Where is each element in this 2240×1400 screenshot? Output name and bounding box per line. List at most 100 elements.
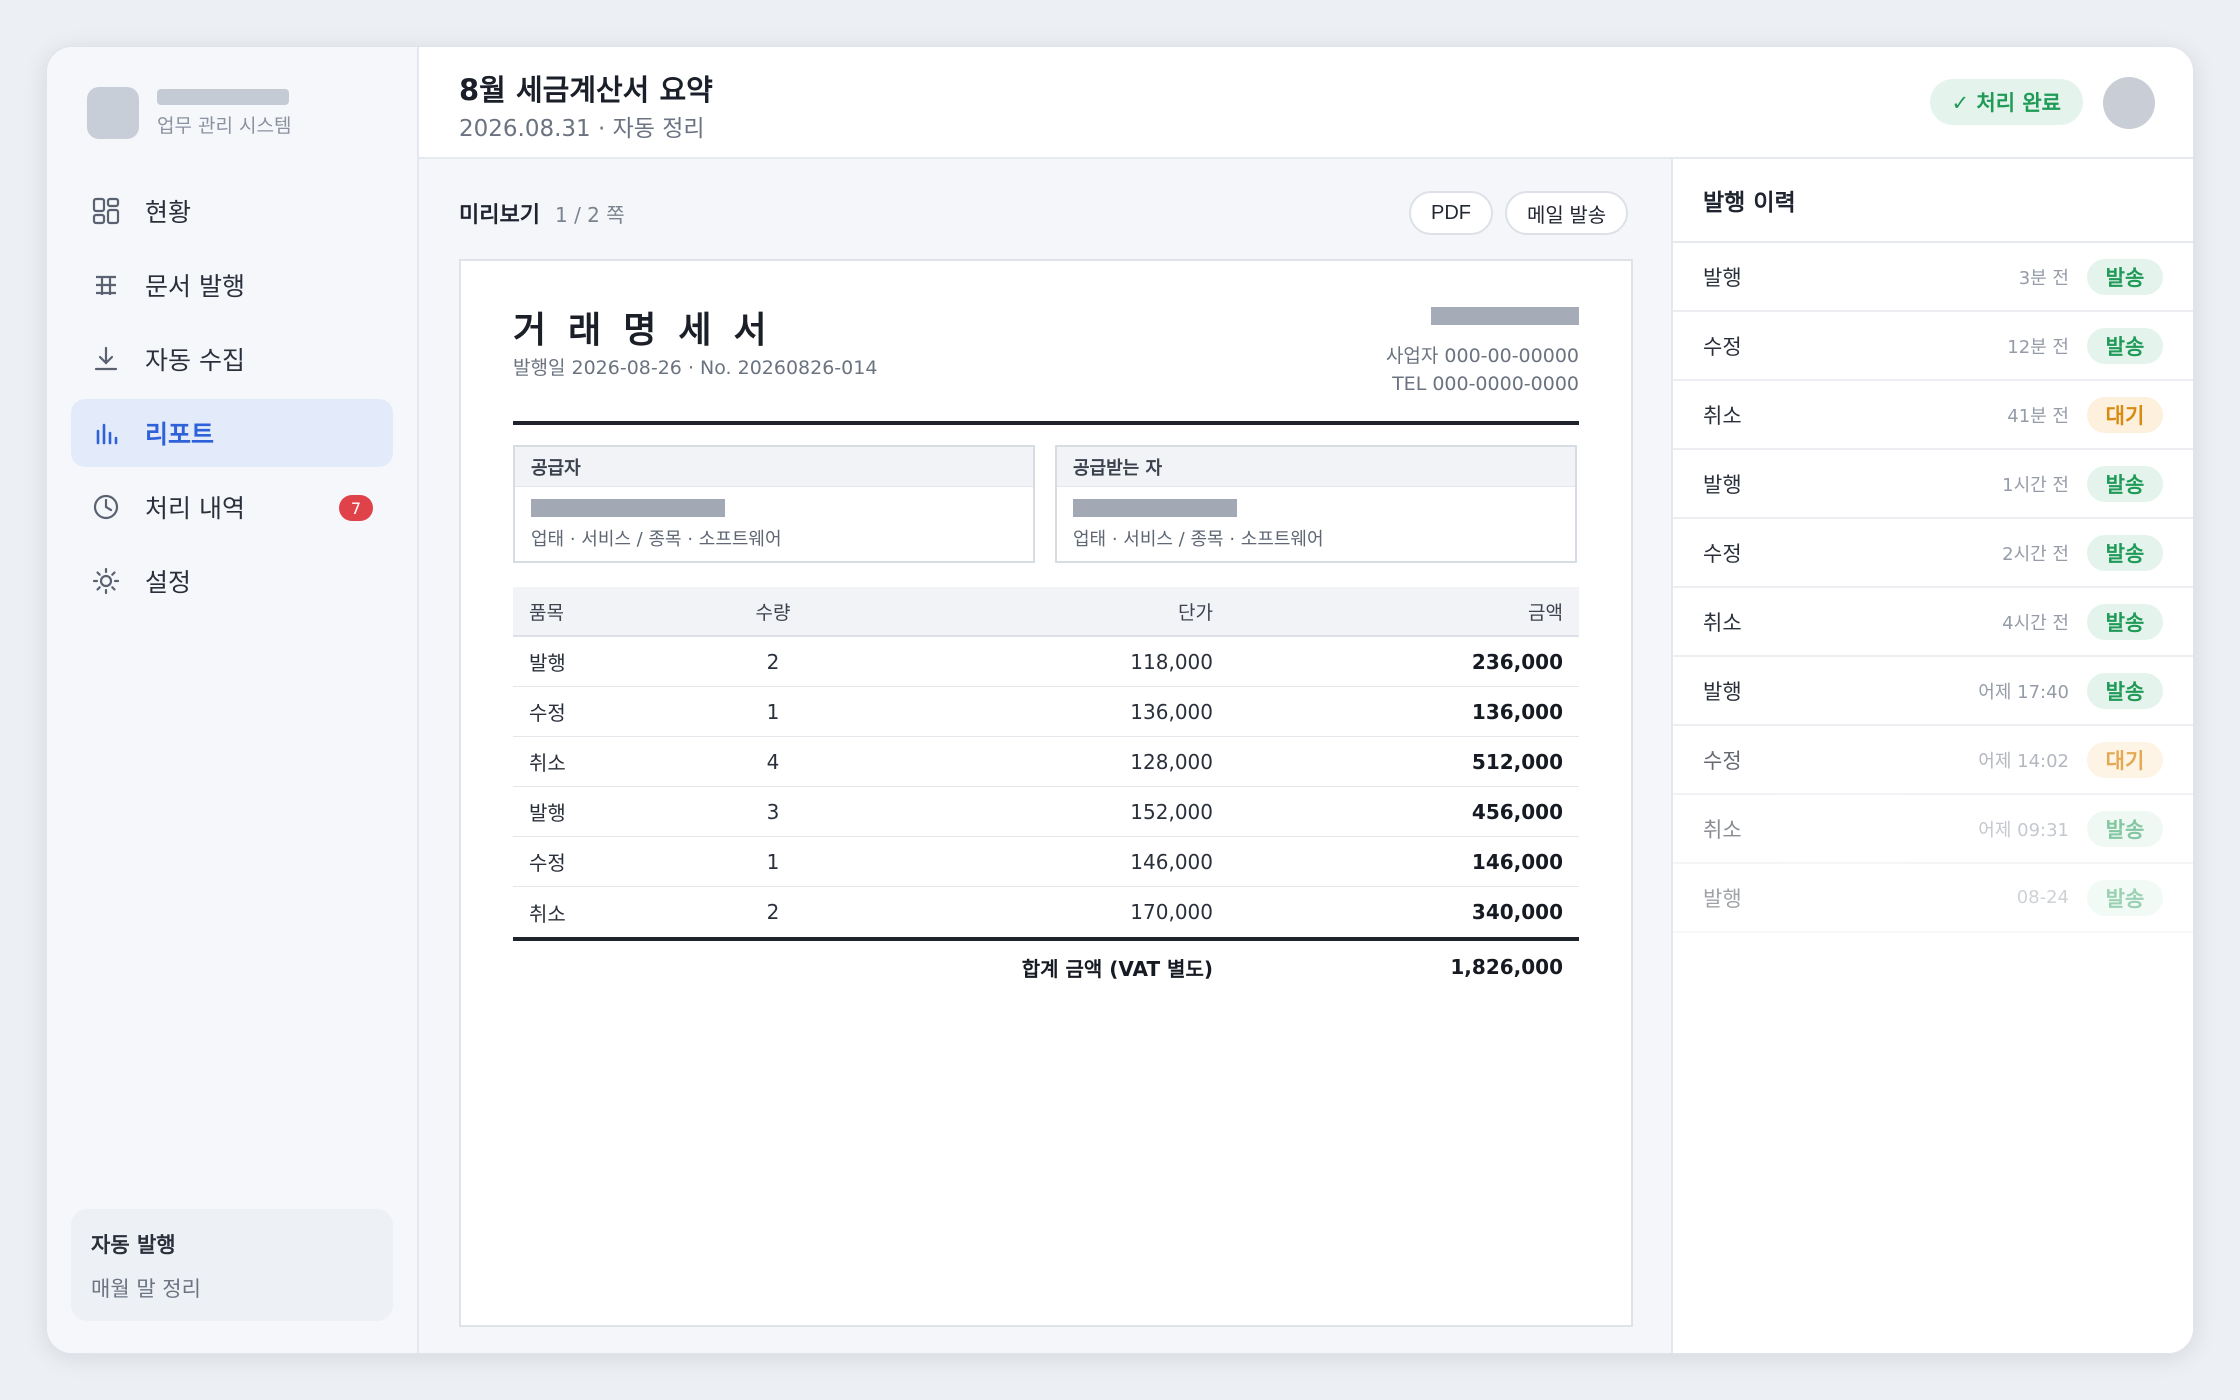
history-item[interactable]: 수정 12분 전 발송 [1673, 312, 2193, 381]
cell-item: 수정 [529, 851, 566, 875]
history-item[interactable]: 발행 3분 전 발송 [1673, 243, 2193, 312]
receiver-name-redacted [1073, 499, 1237, 517]
brand-logo [87, 87, 139, 139]
sidebar-item-documents[interactable]: 문서 발행 [71, 251, 393, 319]
cell-item: 수정 [529, 701, 566, 725]
document-title: 거래명세서 [513, 310, 789, 351]
history-time: 3분 전 [2018, 267, 2069, 289]
cell-qty: 3 [766, 799, 780, 824]
cell-price: 118,000 [1130, 649, 1213, 674]
sidebar-item-dashboard[interactable]: 현황 [71, 177, 393, 245]
history-status-badge: 발송 [2087, 672, 2163, 709]
cell-qty: 1 [766, 849, 780, 874]
history-status-badge: 발송 [2087, 327, 2163, 364]
company-tel: TEL 000-0000-0000 [1392, 373, 1579, 395]
supplier-desc: 업태 · 서비스 / 종목 · 소프트웨어 [531, 529, 782, 550]
history-time: 4시간 전 [2002, 612, 2069, 634]
total-label: 합계 금액 (VAT 별도) [1021, 956, 1213, 981]
items-table: 품목 수량 단가 금액 발행 2 118,000 236,000 수정 1 13… [513, 587, 1579, 993]
history-status-badge: 발송 [2087, 879, 2163, 916]
sidebar-item-label: 설정 [145, 568, 192, 597]
history-item[interactable]: 취소 41분 전 대기 [1673, 381, 2193, 450]
page-indicator: 1 / 2 쪽 [555, 203, 625, 227]
page-title: 8월 세금계산서 요약 [459, 73, 713, 107]
brand[interactable]: 업무 관리 시스템 [87, 87, 291, 139]
history-item[interactable]: 취소 4시간 전 발송 [1673, 588, 2193, 657]
cell-price: 128,000 [1130, 749, 1213, 774]
history-status-badge: 발송 [2087, 465, 2163, 502]
sidebar-item-reports[interactable]: 리포트 [71, 399, 393, 467]
column-amount: 금액 [1528, 601, 1563, 624]
receiver-desc: 업태 · 서비스 / 종목 · 소프트웨어 [1073, 529, 1324, 550]
history-item[interactable]: 수정 어제 14:02 대기 [1673, 726, 2193, 795]
brand-name-redacted [157, 88, 289, 105]
column-qty: 수량 [755, 601, 791, 624]
cell-amount: 512,000 [1471, 749, 1563, 774]
history-time: 12분 전 [2007, 336, 2069, 358]
history-status-badge: 대기 [2087, 396, 2163, 433]
history-item[interactable]: 취소 어제 09:31 발송 [1673, 795, 2193, 864]
history-label: 취소 [1703, 817, 1742, 842]
history-status-badge: 대기 [2087, 741, 2163, 778]
history-time: 41분 전 [2007, 405, 2069, 427]
preview-area: 미리보기 1 / 2 쪽 PDF 메일 발송 거래명세서 발행일 2026-08… [419, 159, 1671, 1353]
avatar[interactable] [2103, 77, 2155, 129]
preview-title: 미리보기 [459, 203, 540, 228]
history-label: 취소 [1703, 403, 1742, 428]
app-window: 업무 관리 시스템 현황 문서 발행 자동 수집 리포트 처리 내역 7 설정 … [46, 46, 2194, 1354]
cell-amount: 136,000 [1471, 699, 1563, 724]
sidebar-nav: 현황 문서 발행 자동 수집 리포트 처리 내역 7 설정 [71, 177, 393, 621]
clock-icon [91, 492, 121, 522]
history-time: 1시간 전 [2002, 474, 2069, 496]
receiver-box: 공급받는 자 업태 · 서비스 / 종목 · 소프트웨어 [1055, 445, 1577, 563]
table-header: 품목 수량 단가 금액 [513, 587, 1579, 637]
history-label: 수정 [1703, 334, 1742, 359]
cell-qty: 2 [766, 900, 780, 924]
cell-item: 발행 [529, 651, 566, 675]
auto-issue-card[interactable]: 자동 발행 매월 말 정리 [71, 1209, 393, 1321]
bar-chart-icon [91, 418, 121, 448]
sidebar-item-settings[interactable]: 설정 [71, 547, 393, 615]
history-label: 발행 [1703, 472, 1742, 497]
history-item[interactable]: 발행 1시간 전 발송 [1673, 450, 2193, 519]
table-row: 발행 3 152,000 456,000 [513, 787, 1579, 837]
history-status-badge: 발송 [2087, 258, 2163, 295]
history-item[interactable]: 수정 2시간 전 발송 [1673, 519, 2193, 588]
document-meta: 발행일 2026-08-26 · No. 20260826-014 [513, 357, 878, 379]
cell-qty: 4 [766, 749, 780, 774]
send-mail-button[interactable]: 메일 발송 [1505, 191, 1629, 235]
total-value: 1,826,000 [1450, 955, 1563, 979]
history-time: 2시간 전 [2002, 543, 2069, 565]
history-title: 발행 이력 [1673, 159, 2193, 243]
cell-item: 취소 [529, 901, 566, 926]
sidebar-item-auto-collect[interactable]: 자동 수집 [71, 325, 393, 393]
divider [513, 421, 1579, 425]
cell-amount: 456,000 [1471, 799, 1563, 824]
cell-price: 152,000 [1130, 799, 1213, 824]
sidebar-item-label: 자동 수집 [145, 346, 245, 375]
history-status-badge: 발송 [2087, 603, 2163, 640]
brand-subtitle: 업무 관리 시스템 [157, 114, 292, 137]
notification-badge: 7 [339, 495, 373, 521]
history-status-badge: 발송 [2087, 810, 2163, 847]
document-table-icon [91, 270, 121, 300]
business-number: 사업자 000-00-00000 [1385, 345, 1579, 367]
history-item[interactable]: 발행 08-24 발송 [1673, 864, 2193, 933]
table-row: 수정 1 146,000 146,000 [513, 837, 1579, 887]
history-time: 어제 09:31 [1978, 819, 2069, 841]
cell-qty: 1 [766, 699, 780, 724]
history-time: 어제 17:40 [1978, 681, 2069, 703]
auto-issue-title: 자동 발행 [91, 1233, 176, 1257]
table-row: 취소 2 170,000 340,000 [513, 887, 1579, 937]
cell-item: 취소 [529, 751, 566, 775]
pdf-button[interactable]: PDF [1409, 191, 1493, 235]
status-badge: ✓ 처리 완료 [1929, 79, 2083, 125]
cell-qty: 2 [766, 649, 780, 674]
history-status-badge: 발송 [2087, 534, 2163, 571]
sidebar-item-history[interactable]: 처리 내역 7 [71, 473, 393, 541]
cell-amount: 146,000 [1471, 849, 1563, 874]
history-item[interactable]: 발행 어제 17:40 발송 [1673, 657, 2193, 726]
page-subtitle: 2026.08.31 · 자동 정리 [459, 116, 705, 142]
sidebar-item-label: 처리 내역 [145, 494, 245, 523]
supplier-box: 공급자 업태 · 서비스 / 종목 · 소프트웨어 [513, 445, 1035, 563]
